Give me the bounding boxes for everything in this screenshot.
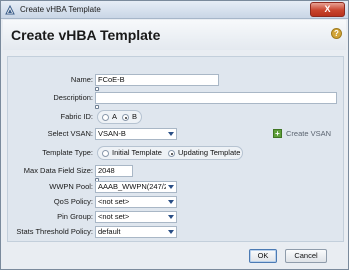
wwpn-pool-label: WWPN Pool: — [49, 182, 93, 191]
name-input[interactable]: FCoE-B — [95, 74, 219, 86]
fabric-a-option[interactable]: A — [112, 111, 117, 123]
template-type-radio-group: Initial Template Updating Template — [97, 146, 243, 160]
wwpn-pool-value: AAAB_WWPN(247/2... — [98, 182, 175, 191]
title-bar[interactable]: Create vHBA Template X — [1, 1, 348, 19]
qos-policy-dropdown[interactable]: <not set> — [95, 196, 177, 208]
chevron-down-icon[interactable] — [166, 212, 176, 222]
initial-template-radio[interactable] — [102, 150, 109, 157]
chevron-down-icon[interactable] — [166, 197, 176, 207]
chevron-down-icon[interactable] — [166, 182, 176, 192]
initial-template-option[interactable]: Initial Template — [112, 147, 162, 159]
dialog-header: Create vHBA Template ? — [3, 20, 346, 50]
app-triangle-icon — [5, 5, 15, 15]
dialog-footer: OK Cancel — [3, 245, 346, 268]
stats-threshold-policy-label: Stats Threshold Policy: — [16, 227, 93, 236]
updating-template-option[interactable]: Updating Template — [178, 147, 240, 159]
qos-policy-value: <not set> — [98, 197, 130, 206]
ok-button[interactable]: OK — [249, 249, 277, 263]
window-close-button[interactable]: X — [310, 2, 345, 17]
select-vsan-label: Select VSAN: — [47, 129, 93, 138]
max-data-field-size-label: Max Data Field Size: — [23, 166, 93, 175]
pin-group-label: Pin Group: — [57, 212, 93, 221]
pin-group-dropdown[interactable]: <not set> — [95, 211, 177, 223]
create-vsan-label[interactable]: Create VSAN — [286, 128, 331, 140]
plus-icon: + — [273, 129, 282, 138]
updating-template-radio[interactable] — [168, 150, 175, 157]
name-label: Name: — [70, 75, 93, 84]
fabric-b-radio[interactable] — [122, 114, 129, 121]
stats-threshold-policy-dropdown[interactable]: default — [95, 226, 177, 238]
chevron-down-icon[interactable] — [166, 227, 176, 237]
wwpn-pool-dropdown[interactable]: AAAB_WWPN(247/2... — [95, 181, 177, 193]
fabric-a-radio[interactable] — [102, 114, 109, 121]
required-marker — [95, 87, 99, 91]
description-label: Description: — [53, 93, 93, 102]
window-title: Create vHBA Template — [20, 5, 101, 14]
select-vsan-dropdown[interactable]: VSAN-B — [95, 128, 177, 140]
page-title: Create vHBA Template — [11, 27, 161, 43]
cancel-button[interactable]: Cancel — [285, 249, 327, 263]
required-marker — [95, 105, 99, 109]
fabric-id-label: Fabric ID: — [60, 112, 93, 121]
max-data-field-size-input[interactable]: 2048 — [95, 165, 133, 177]
chevron-down-icon[interactable] — [166, 129, 176, 139]
fabric-b-option[interactable]: B — [132, 111, 137, 123]
stats-threshold-policy-value: default — [98, 227, 121, 236]
description-input[interactable] — [95, 92, 337, 104]
dialog-window: Create vHBA Template X Create vHBA Templ… — [0, 0, 349, 270]
help-icon[interactable]: ? — [331, 28, 342, 39]
pin-group-value: <not set> — [98, 212, 130, 221]
fabric-id-radio-group: A B — [97, 110, 142, 124]
select-vsan-value: VSAN-B — [98, 129, 126, 138]
template-type-label: Template Type: — [42, 148, 93, 157]
qos-policy-label: QoS Policy: — [53, 197, 93, 206]
